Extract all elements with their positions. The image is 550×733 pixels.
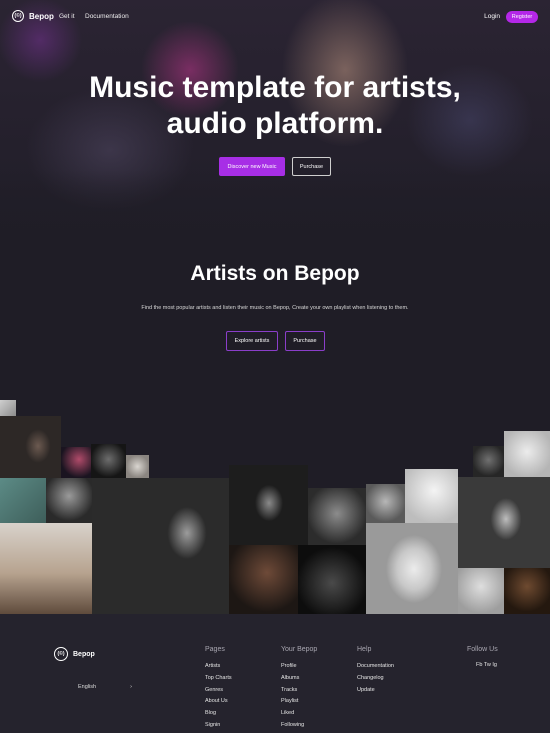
- language-select[interactable]: English ›: [78, 684, 132, 694]
- footer-link-profile[interactable]: Profile: [281, 663, 297, 669]
- footer-link-documentation[interactable]: Documentation: [357, 663, 394, 669]
- hero-title-line-2: audio platform.: [166, 107, 384, 140]
- artists-description: Find the most popular artists and listen…: [141, 305, 409, 311]
- footer-heading-help: Help: [357, 646, 372, 653]
- artist-photo[interactable]: [229, 465, 308, 545]
- discover-music-button[interactable]: Discover new Music: [219, 157, 285, 176]
- artist-photo[interactable]: [92, 478, 229, 614]
- hero-fade: [0, 170, 550, 250]
- artist-photo[interactable]: [504, 431, 550, 477]
- hero-title: Music template for artists, audio platfo…: [0, 70, 550, 142]
- artist-photo[interactable]: [61, 447, 91, 478]
- artist-photo[interactable]: [458, 477, 550, 568]
- artist-photo[interactable]: [229, 545, 298, 614]
- artist-photo[interactable]: [504, 568, 550, 614]
- artist-photo[interactable]: [473, 446, 504, 477]
- footer-link-liked[interactable]: Liked: [281, 710, 294, 716]
- footer-link-update[interactable]: Update: [357, 687, 375, 693]
- artist-photo[interactable]: [91, 444, 126, 478]
- nav-documentation[interactable]: Documentation: [85, 13, 129, 20]
- nav-get-it[interactable]: Get it: [59, 13, 75, 20]
- social-links[interactable]: Fb Tw Ig: [476, 662, 497, 668]
- chevron-right-icon: ›: [130, 684, 132, 690]
- logo-icon: (©): [12, 10, 24, 22]
- login-link[interactable]: Login: [484, 13, 500, 20]
- footer-heading-your-bepop: Your Bepop: [281, 646, 318, 653]
- explore-artists-button[interactable]: Explore artists: [226, 331, 278, 351]
- hero-title-line-1: Music template for artists,: [89, 71, 461, 104]
- artists-title: Artists on Bepop: [190, 262, 360, 285]
- footer-link-tracks[interactable]: Tracks: [281, 687, 297, 693]
- artist-photo[interactable]: [308, 488, 366, 545]
- footer-link-genres[interactable]: Genres: [205, 687, 223, 693]
- artist-photo[interactable]: [46, 478, 92, 523]
- footer-logo-icon: (©): [54, 647, 68, 661]
- footer-link-about-us[interactable]: About Us: [205, 698, 228, 704]
- footer-brand-name: Bepop: [73, 650, 95, 658]
- register-button[interactable]: Register: [506, 11, 538, 23]
- footer-link-changelog[interactable]: Changelog: [357, 675, 384, 681]
- top-navigation: (©) Bepop Get it Documentation Login Reg…: [0, 10, 550, 26]
- footer-link-following[interactable]: Following: [281, 722, 304, 728]
- footer-link-albums[interactable]: Albums: [281, 675, 299, 681]
- footer-heading-pages: Pages: [205, 646, 225, 653]
- artist-photo[interactable]: [0, 523, 92, 614]
- footer-link-top-charts[interactable]: Top Charts: [205, 675, 232, 681]
- footer-brand-logo[interactable]: (©) Bepop: [54, 647, 95, 661]
- artist-photo[interactable]: [126, 455, 149, 478]
- brand-logo[interactable]: (©) Bepop: [12, 10, 54, 22]
- brand-name: Bepop: [29, 11, 54, 21]
- artist-photo[interactable]: [405, 469, 458, 523]
- artist-photo[interactable]: [458, 568, 504, 614]
- language-value: English: [78, 684, 97, 690]
- artist-photo[interactable]: [0, 400, 16, 416]
- footer-link-playlist[interactable]: Playlist: [281, 698, 298, 704]
- footer-heading-follow-us: Follow Us: [467, 646, 498, 653]
- footer-link-blog[interactable]: Blog: [205, 710, 216, 716]
- artist-photo[interactable]: [366, 484, 405, 523]
- footer: (©) Bepop English › Pages Artists Top Ch…: [0, 614, 550, 733]
- artist-photo[interactable]: [298, 545, 366, 614]
- artist-photo[interactable]: [366, 523, 458, 614]
- artists-purchase-button[interactable]: Purchase: [285, 331, 325, 351]
- footer-link-signin[interactable]: Signin: [205, 722, 220, 728]
- artist-photo[interactable]: [0, 478, 46, 523]
- artist-photo[interactable]: [0, 416, 61, 478]
- hero-purchase-button[interactable]: Purchase: [292, 157, 331, 176]
- footer-link-artists[interactable]: Artists: [205, 663, 220, 669]
